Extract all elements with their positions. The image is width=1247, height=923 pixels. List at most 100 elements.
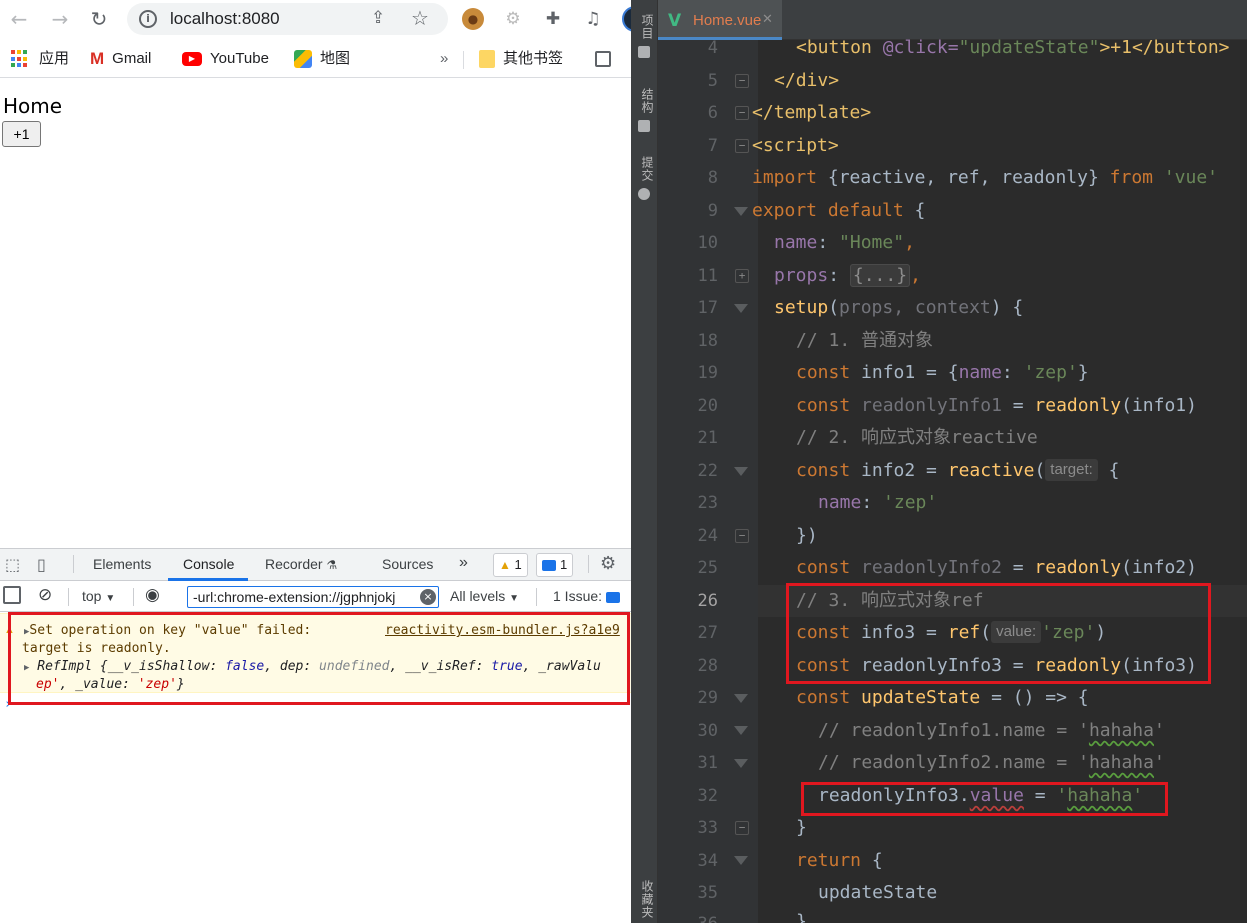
code-line-29: const updateState = () => { <box>796 682 1089 714</box>
more-tabs-icon[interactable]: » <box>459 554 468 572</box>
folded-code-block[interactable]: {...} <box>849 264 911 287</box>
address-bar[interactable]: i localhost:8080 ⇪ ☆ <box>127 3 448 35</box>
fold-marker-icon[interactable]: − <box>735 529 749 543</box>
token: (info2) <box>1121 557 1197 578</box>
reading-list[interactable] <box>595 48 619 70</box>
token: template <box>773 102 861 123</box>
folder-icon <box>479 50 495 69</box>
fold-arrow-icon[interactable] <box>734 467 748 476</box>
forward-arrow-icon[interactable]: → <box>47 6 73 32</box>
token: readonlyInfo1 <box>850 395 1002 416</box>
token: : <box>817 232 840 253</box>
side-tab-commit[interactable]: 提交 <box>639 156 656 182</box>
warnings-badge[interactable]: ▲ 1 <box>493 553 528 577</box>
live-expression-eye-icon[interactable]: ◉ <box>145 585 160 605</box>
tab-console[interactable]: Console <box>183 556 234 572</box>
inspect-element-icon[interactable]: ⬚ <box>5 555 20 574</box>
bookmark-youtube[interactable]: ▶ YouTube <box>182 48 269 70</box>
project-icon <box>638 46 650 58</box>
fold-arrow-icon[interactable] <box>734 694 748 703</box>
line-number: 29 <box>697 688 718 708</box>
code-line-22: const info2 = reactive(target: { <box>796 455 1120 487</box>
warnings-count: 1 <box>514 557 522 572</box>
line-number: 18 <box>697 331 718 351</box>
clear-filter-icon[interactable]: × <box>420 589 436 605</box>
log-levels-dropdown[interactable]: All levels ▼ <box>450 588 519 604</box>
messages-badge[interactable]: 1 <box>536 553 574 577</box>
close-tab-icon[interactable]: ✕ <box>762 12 773 27</box>
context-selector[interactable]: top ▼ <box>82 588 115 604</box>
extension-icon[interactable]: ⚙ <box>502 8 524 30</box>
code-line-34: return { <box>796 845 883 877</box>
tab-recorder[interactable]: Recorder ⚗ <box>265 556 337 572</box>
line-number: 17 <box>697 298 718 318</box>
token: < <box>752 135 763 156</box>
increment-button[interactable]: +1 <box>2 121 41 147</box>
fold-arrow-icon[interactable] <box>734 726 748 735</box>
fold-arrow-icon[interactable] <box>734 856 748 865</box>
tab-sources[interactable]: Sources <box>382 556 433 572</box>
bookmarks-overflow[interactable]: » <box>440 48 448 70</box>
fold-arrow-icon[interactable] <box>734 759 748 768</box>
media-control-icon[interactable]: ♫ <box>582 8 604 30</box>
token: hahaha <box>1088 752 1154 773</box>
token: : <box>1001 362 1024 383</box>
fold-marker-icon[interactable]: − <box>735 74 749 88</box>
device-toolbar-icon[interactable]: ▯ <box>37 555 46 574</box>
code-line-5: </div> <box>774 65 839 97</box>
code-line-7: <script> <box>752 130 839 162</box>
token: = <box>1001 395 1035 416</box>
commit-icon <box>638 188 650 200</box>
bookmark-maps[interactable]: 地图 <box>294 48 350 70</box>
token: {reactive, ref, readonly} <box>817 167 1110 188</box>
line-number: 23 <box>697 493 718 513</box>
dropdown-caret-icon: ▼ <box>509 593 520 604</box>
ide-window: 项目 结构 提交 收藏夹 V Home.vue ✕ 4 5 6 7 8 9 10… <box>631 0 1247 923</box>
line-number: 32 <box>697 786 718 806</box>
fold-arrow-icon[interactable] <box>734 304 748 313</box>
bookmark-gmail[interactable]: M Gmail <box>90 48 151 70</box>
share-icon[interactable]: ⇪ <box>371 8 385 28</box>
console-filter-input[interactable]: -url:chrome-extension://jgphnjokj × <box>187 586 439 608</box>
fold-marker-icon[interactable]: − <box>735 139 749 153</box>
code-line-6: </template> <box>752 97 871 129</box>
settings-gear-icon[interactable]: ⚙ <box>600 553 616 574</box>
fold-expand-icon[interactable]: + <box>735 269 749 283</box>
sidebar-toggle-icon[interactable] <box>3 586 21 604</box>
highlight-box-console <box>8 612 630 705</box>
highlight-box-ref-code <box>786 583 1211 684</box>
token: </ <box>752 102 774 123</box>
side-tab-project[interactable]: 项目 <box>639 14 656 40</box>
token: updateState <box>861 687 981 708</box>
clear-console-icon[interactable]: ⊘ <box>38 585 52 605</box>
site-info-icon[interactable]: i <box>139 10 157 28</box>
bookmark-apps[interactable]: 应用 <box>11 48 69 70</box>
token: { <box>903 200 926 221</box>
cookie-extension-icon[interactable]: ● <box>462 8 484 30</box>
reload-icon[interactable]: ↻ <box>86 6 112 32</box>
profile-avatar[interactable] <box>622 6 631 32</box>
token: ) { <box>990 297 1024 318</box>
parameter-hint: target: <box>1045 459 1098 481</box>
tab-elements[interactable]: Elements <box>93 556 151 572</box>
bookmark-star-icon[interactable]: ☆ <box>411 6 429 30</box>
back-arrow-icon[interactable]: ← <box>6 6 32 32</box>
fold-arrow-icon[interactable] <box>734 207 748 216</box>
line-number: 34 <box>697 851 718 871</box>
fold-marker-icon[interactable]: − <box>735 106 749 120</box>
token: setup <box>774 297 829 318</box>
token: info1 = { <box>850 362 959 383</box>
side-tab-structure[interactable]: 结构 <box>639 88 656 114</box>
extensions-puzzle-icon[interactable]: ✚ <box>542 8 564 30</box>
issues-link[interactable]: 1 Issue: <box>553 588 624 604</box>
bookmark-other[interactable]: 其他书签 <box>479 48 563 70</box>
token: name <box>818 492 862 513</box>
token: ( <box>828 297 840 318</box>
code-line-24: }) <box>796 525 818 546</box>
messages-count: 1 <box>560 557 568 572</box>
url-text[interactable]: localhost:8080 <box>170 9 280 29</box>
fold-marker-icon[interactable]: − <box>735 821 749 835</box>
divider <box>133 588 134 606</box>
token: const <box>796 687 851 708</box>
side-tab-favorites[interactable]: 收藏夹 <box>639 880 656 919</box>
